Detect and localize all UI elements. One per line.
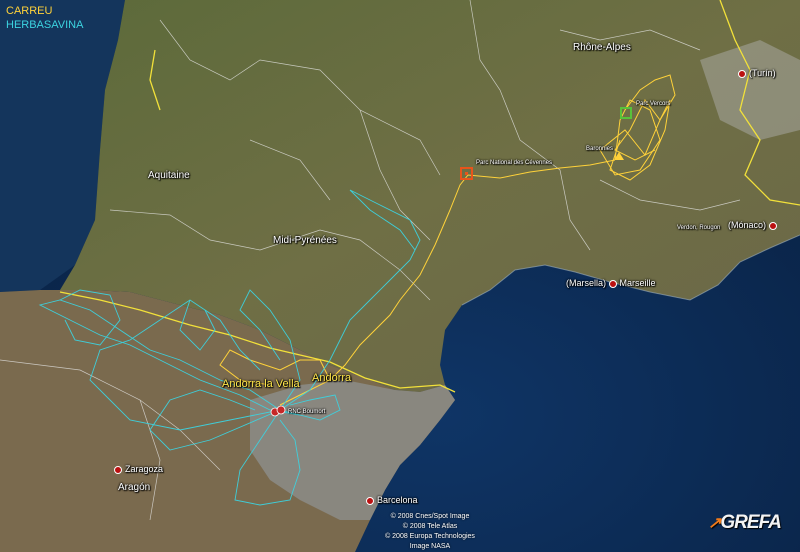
city-marker-icon bbox=[768, 221, 777, 230]
place-label-baronnies[interactable]: Baronnies bbox=[586, 146, 613, 152]
legend-item-carreu[interactable]: CARREU bbox=[6, 4, 83, 18]
city-marker-icon bbox=[738, 69, 746, 78]
city-name: Marseille bbox=[619, 278, 656, 288]
place-label-parc-vercors[interactable]: Parc Vercors bbox=[636, 101, 670, 107]
city-name: Zaragoza bbox=[125, 464, 164, 474]
logo-text: GREFA bbox=[720, 512, 781, 533]
legend-item-herbasavina[interactable]: HERBASAVINA bbox=[6, 18, 83, 32]
swoosh-icon: ↗ bbox=[708, 515, 721, 532]
grefa-logo: ↗GREFA bbox=[708, 512, 782, 534]
region-label-aquitaine: Aquitaine bbox=[148, 170, 190, 181]
imagery-credits: © 2008 Cnes/Spot Image © 2008 Tele Atlas… bbox=[0, 512, 800, 552]
label-andorra: Andorra bbox=[312, 372, 352, 384]
city-marker-icon bbox=[366, 496, 374, 505]
label-andorra-la-vella: Andorra la Vella bbox=[222, 378, 300, 390]
city-label-monaco: (Mónaco) bbox=[728, 220, 780, 230]
city-label-turin: (Turín) bbox=[738, 68, 776, 78]
region-label-rhone-alpes: Rhône-Alpes bbox=[573, 42, 631, 53]
track-legend: CARREU HERBASAVINA bbox=[6, 4, 83, 32]
city-label-marsella: (Marsella) Marseille bbox=[566, 278, 656, 288]
credit-line: © 2008 Tele Atlas bbox=[402, 523, 458, 530]
region-label-aragon: Aragón bbox=[118, 482, 151, 493]
city-label-barcelona: Barcelona bbox=[366, 495, 418, 505]
city-label-zaragoza: Zaragoza bbox=[114, 464, 163, 474]
credit-line: © 2008 Cnes/Spot Image bbox=[390, 513, 470, 520]
credit-line: © 2008 Europa Technologies bbox=[385, 533, 475, 540]
credit-line: Image NASA bbox=[409, 543, 451, 550]
city-name: (Marsella) bbox=[566, 278, 607, 288]
city-name: (Mónaco) bbox=[728, 220, 767, 230]
city-marker-icon bbox=[608, 279, 617, 288]
region-label-midi-pyrenees: Midi-Pyrénées bbox=[273, 235, 337, 246]
place-label-rnc-boumort[interactable]: RNC Boumort bbox=[288, 409, 325, 415]
city-marker-icon bbox=[114, 465, 122, 474]
city-name: (Turín) bbox=[749, 68, 776, 78]
city-name: Barcelona bbox=[377, 495, 418, 505]
map-view[interactable]: CARREU HERBASAVINA Aquitaine Midi-Pyréné… bbox=[0, 0, 800, 552]
place-label-verdon[interactable]: Verdon, Rougon bbox=[677, 225, 720, 231]
place-label-parc-cevennes[interactable]: Parc National des Cévennes bbox=[476, 160, 552, 166]
